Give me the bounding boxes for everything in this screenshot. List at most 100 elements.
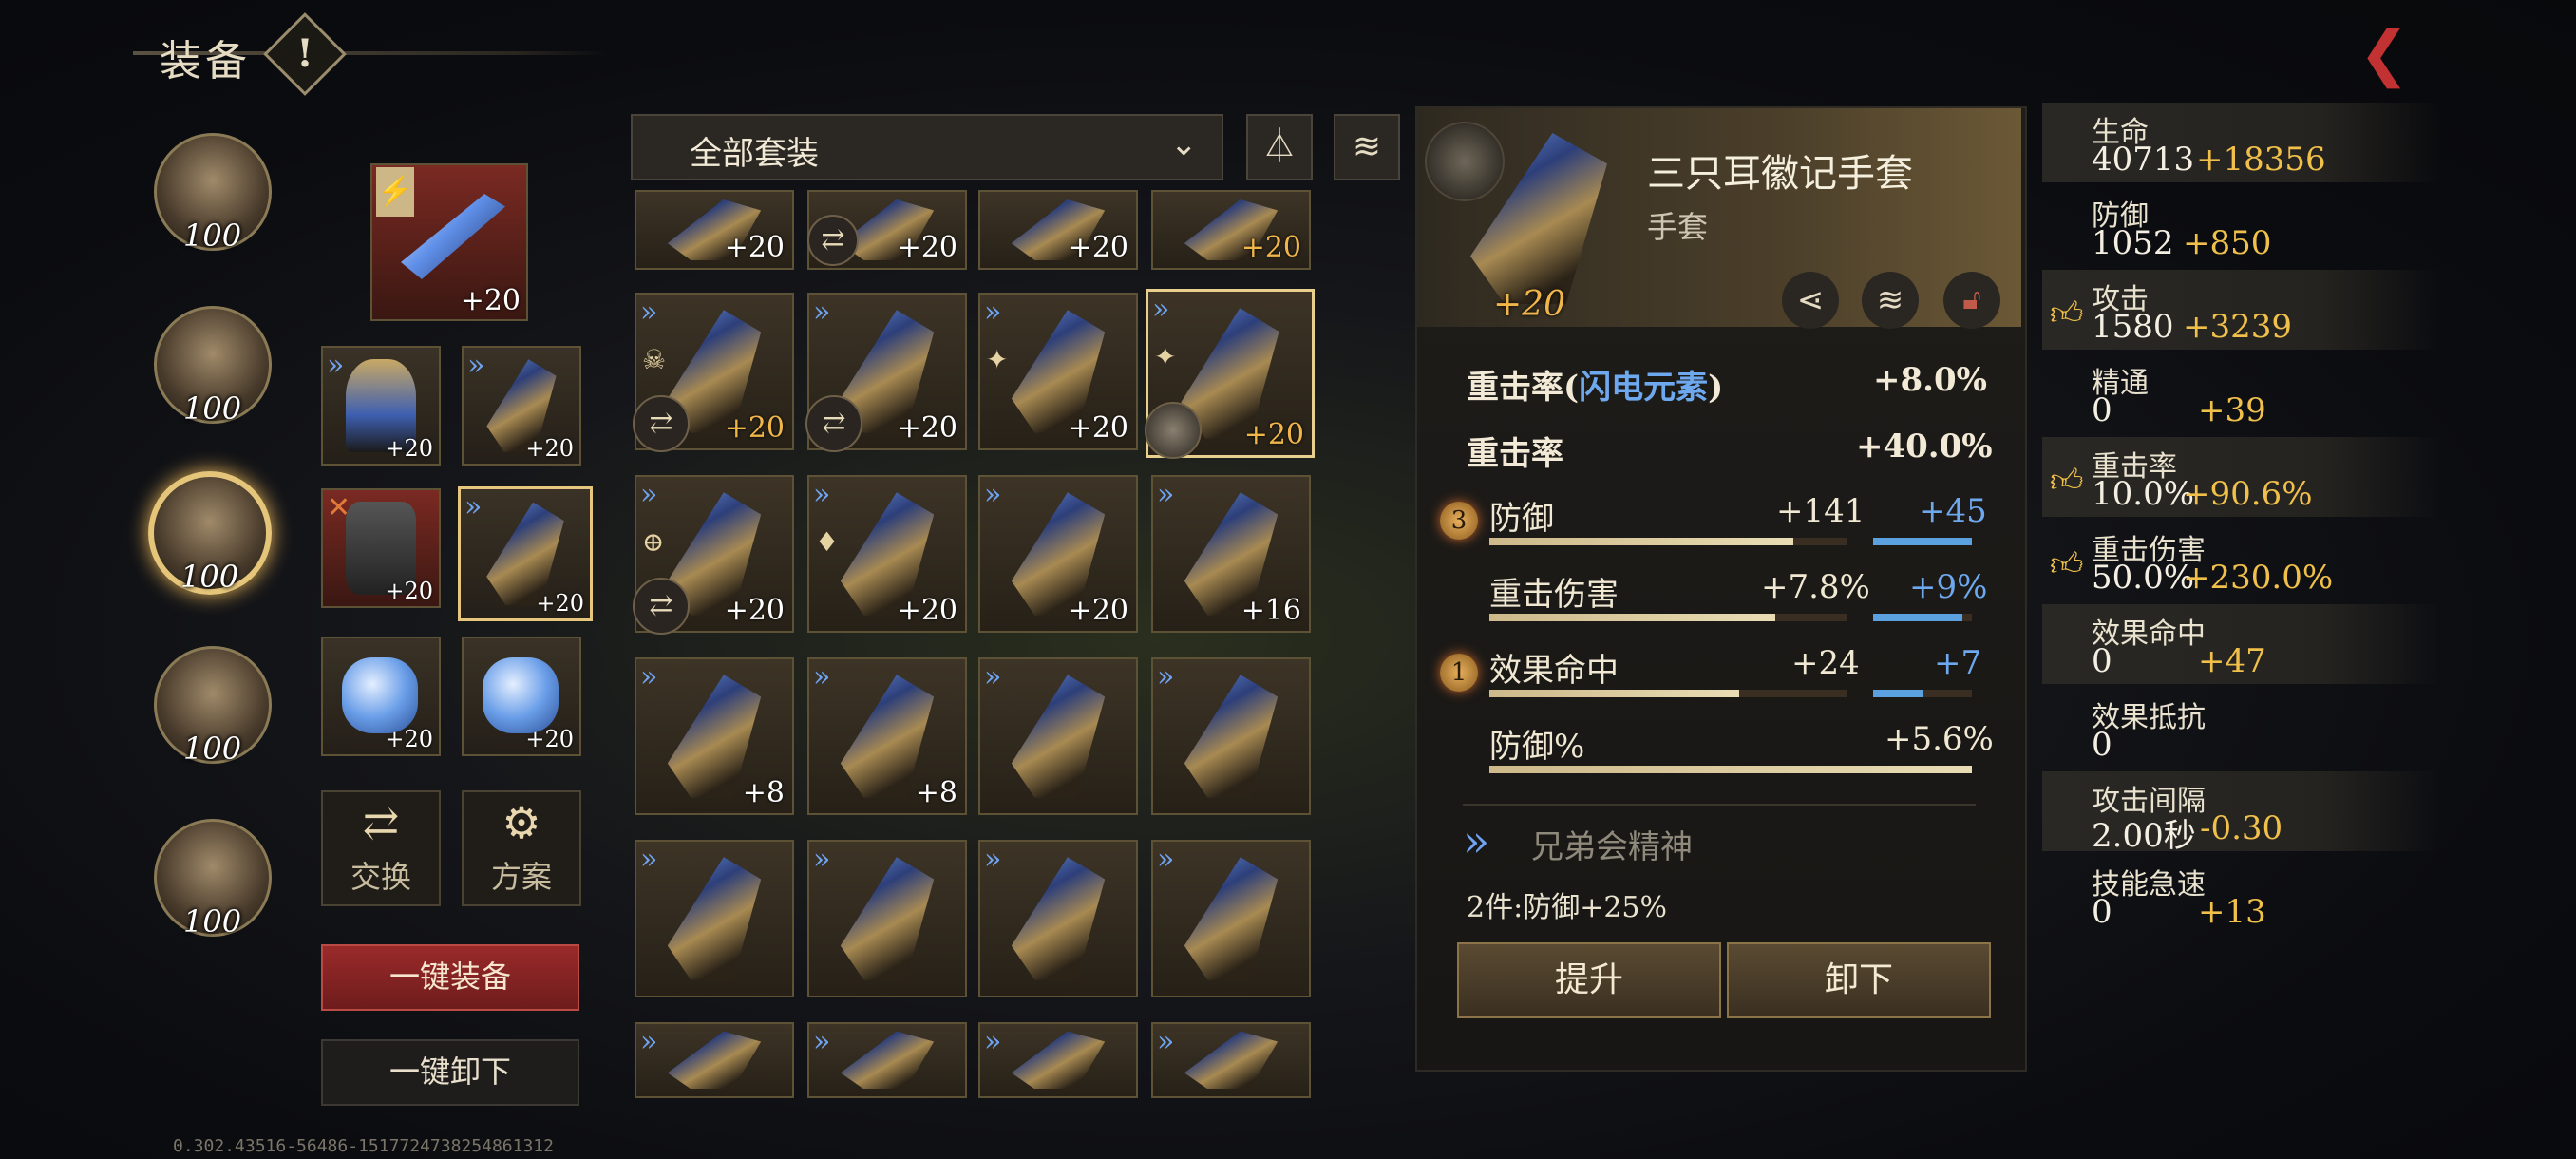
inventory-item[interactable]: » [1151,840,1311,998]
filter-icon[interactable]: ⏃ [1246,114,1313,180]
sub-stat-label: 防御% [1489,728,1585,766]
inventory-item[interactable]: » [807,1022,967,1098]
attr-value: 0 [2092,726,2112,764]
inventory-item[interactable]: ⇄ +20 [807,190,967,270]
stack-icon[interactable]: ≋ [1862,272,1919,329]
enhance-level: +20 [385,578,433,604]
attr-row: 防御 1052 +850 [2042,186,2441,266]
inventory-item[interactable]: » [1151,657,1311,815]
attr-value: 2.00秒 [2092,817,2196,855]
inventory-item[interactable]: +20 [1151,190,1311,270]
gem-icon [342,657,418,733]
equip-slot-gem2[interactable]: +20 [462,636,581,756]
attr-row: 👍︎ 重击率 10.0% +90.6% [2042,437,2441,517]
info-button[interactable]: ! [263,12,347,96]
hero-portrait-1[interactable]: 100 [154,133,272,254]
unlock-icon[interactable]: 🔓︎ [1943,272,2000,329]
swap-icon: ⇄ [633,578,690,635]
inventory-item[interactable]: » [978,657,1138,815]
hero-level: 100 [183,731,242,767]
inventory-item[interactable]: » +8 [807,657,967,815]
inventory-item[interactable]: » +20 [978,475,1138,633]
inventory-item[interactable]: » ♦ +20 [807,475,967,633]
set-filter-dropdown[interactable]: 全部套装 ⌄ [631,114,1223,180]
hero-level: 100 [183,218,242,254]
attr-value: 0 [2092,642,2112,680]
share-icon[interactable]: ⋖ [1782,272,1839,329]
wing-set-icon: » [640,1025,658,1058]
page-title: 装备 [160,37,251,86]
attr-row: 精通 0 +39 [2042,353,2441,433]
thumbs-up-icon: 👍︎ [2050,294,2084,332]
unequip-button[interactable]: 卸下 [1727,942,1991,1018]
inventory-item[interactable]: +20 [978,190,1138,270]
sub-stat-bonus-fill [1873,614,1962,621]
hero-portrait-4[interactable]: 100 [154,646,272,767]
inventory-item[interactable]: » ✦ +20 [978,293,1138,450]
stack-icon[interactable]: ≋ [1334,114,1400,180]
equip-slot-armor[interactable]: ✕ +20 [321,488,441,608]
inventory-item[interactable]: » [978,1022,1138,1098]
attr-value: 1580 [2092,308,2174,346]
swap-icon: ⇄ [807,215,859,266]
inventory-item[interactable]: +20 [635,190,794,270]
weapon-slot[interactable]: ⚡ +20 [370,163,528,321]
unequip-all-button[interactable]: 一键卸下 [321,1039,579,1106]
inventory-item[interactable]: » ⇄ +20 [805,293,967,452]
upgrade-button[interactable]: 提升 [1457,942,1721,1018]
attr-bonus: +850 [2183,224,2272,262]
inventory-item[interactable]: » [635,840,794,998]
wing-set-icon: » [813,295,831,329]
equip-slot-weapon2[interactable]: » +20 [462,346,581,466]
main-stat-value: +8.0% [1873,361,1987,399]
wing-set-icon: » [984,1025,1002,1058]
inventory-item[interactable]: » [807,840,967,998]
item-name: 三只耳徽记手套 [1647,152,1913,196]
wing-set-icon: » [813,478,831,511]
attr-bonus: +39 [2198,391,2266,429]
set-wing-icon: » [1463,815,1490,866]
swap-icon: ⇄ [805,395,862,452]
swap-button[interactable]: ⇄ 交换 [321,790,441,906]
enhance-level: +20 [1068,594,1128,627]
hero-portrait-5[interactable]: 100 [154,819,272,940]
inventory-item[interactable]: » +8 [635,657,794,815]
crosshair-icon: ⊕ [642,526,665,558]
attr-bonus: +13 [2198,893,2266,931]
hero-portrait-3-selected[interactable]: 100 [148,471,272,595]
sub-stat-bonus-bar [1873,538,1972,545]
equip-slot-gloves-selected[interactable]: » +20 [458,486,593,621]
sub-stat-bonus-fill [1873,538,1972,545]
equip-all-button[interactable]: 一键装备 [321,944,579,1011]
equip-slot-gem1[interactable]: +20 [321,636,441,756]
attr-bonus: +18356 [2196,141,2326,179]
sub-stat-fill [1489,690,1740,697]
enhance-level: +20 [525,726,574,752]
item-type: 手套 [1647,209,1709,245]
hero-level: 100 [183,390,242,427]
sub-stat-label: 防御 [1489,500,1554,538]
inventory-item-selected[interactable]: » ✦ +20 [1145,289,1315,459]
plan-button[interactable]: ⚙ 方案 [462,790,581,906]
inventory-item[interactable]: » ☠ ⇄ +20 [633,293,794,452]
inventory-item[interactable]: » +16 [1151,475,1311,633]
sub-stat-label: 重击伤害 [1489,576,1619,614]
version-text: 0.302.43516-56486-1517724738254861312 [173,1136,554,1156]
gear-icon: ⚙ [502,797,541,848]
skull-icon: ☠ [642,344,667,375]
inventory-item[interactable]: » ⊕ ⇄ +20 [633,475,794,635]
attr-value: 0 [2092,391,2112,429]
attr-bonus: +230.0% [2183,559,2334,597]
inventory-item[interactable]: » [1151,1022,1311,1098]
attr-bonus: +47 [2198,642,2266,680]
equip-slot-helmet[interactable]: » +20 [321,346,441,466]
set-effect: 2件:防御+25% [1467,891,1668,924]
inventory-item[interactable]: » [635,1022,794,1098]
hero-portrait-2[interactable]: 100 [154,306,272,427]
wing-set-icon: » [1157,478,1175,511]
thumbs-up-icon: 👍︎ [2050,545,2084,583]
back-arrow-icon[interactable]: ❮ [2346,21,2422,87]
sub-stat-value: +7.8% [1761,568,1870,606]
wing-set-icon: » [1157,660,1175,694]
inventory-item[interactable]: » [978,840,1138,998]
